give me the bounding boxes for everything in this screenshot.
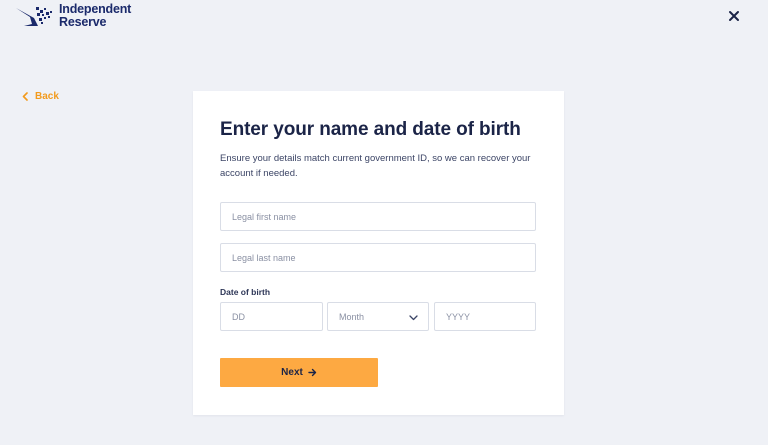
brand-name-line2: Reserve bbox=[59, 15, 107, 29]
form-description: Ensure your details match current govern… bbox=[220, 153, 531, 179]
close-icon[interactable] bbox=[726, 8, 742, 24]
brand-logo[interactable]: Independent Reserve bbox=[16, 3, 131, 29]
arrow-right-icon bbox=[308, 368, 317, 377]
dob-day-input[interactable] bbox=[232, 311, 322, 322]
chevron-down-icon bbox=[409, 315, 418, 321]
page-title: Enter your name and date of birth bbox=[220, 119, 521, 140]
dob-month-select[interactable]: Month bbox=[327, 302, 429, 331]
brand-name: Independent Reserve bbox=[59, 3, 131, 29]
dob-day-field[interactable] bbox=[220, 302, 323, 331]
first-name-input[interactable] bbox=[232, 211, 535, 222]
last-name-input[interactable] bbox=[232, 252, 535, 263]
dob-year-field[interactable] bbox=[434, 302, 536, 331]
next-button[interactable]: Next bbox=[220, 358, 378, 387]
chevron-left-icon bbox=[22, 92, 28, 101]
back-link[interactable]: Back bbox=[22, 91, 59, 102]
back-label: Back bbox=[35, 91, 59, 102]
next-label: Next bbox=[281, 367, 303, 378]
dob-year-input[interactable] bbox=[446, 311, 535, 322]
dob-label: Date of birth bbox=[220, 287, 271, 297]
dob-month-value: Month bbox=[339, 311, 365, 322]
name-dob-form-card: Enter your name and date of birth Ensure… bbox=[193, 91, 564, 415]
first-name-field[interactable] bbox=[220, 202, 536, 231]
last-name-field[interactable] bbox=[220, 243, 536, 272]
eagle-wing-icon bbox=[16, 7, 52, 26]
